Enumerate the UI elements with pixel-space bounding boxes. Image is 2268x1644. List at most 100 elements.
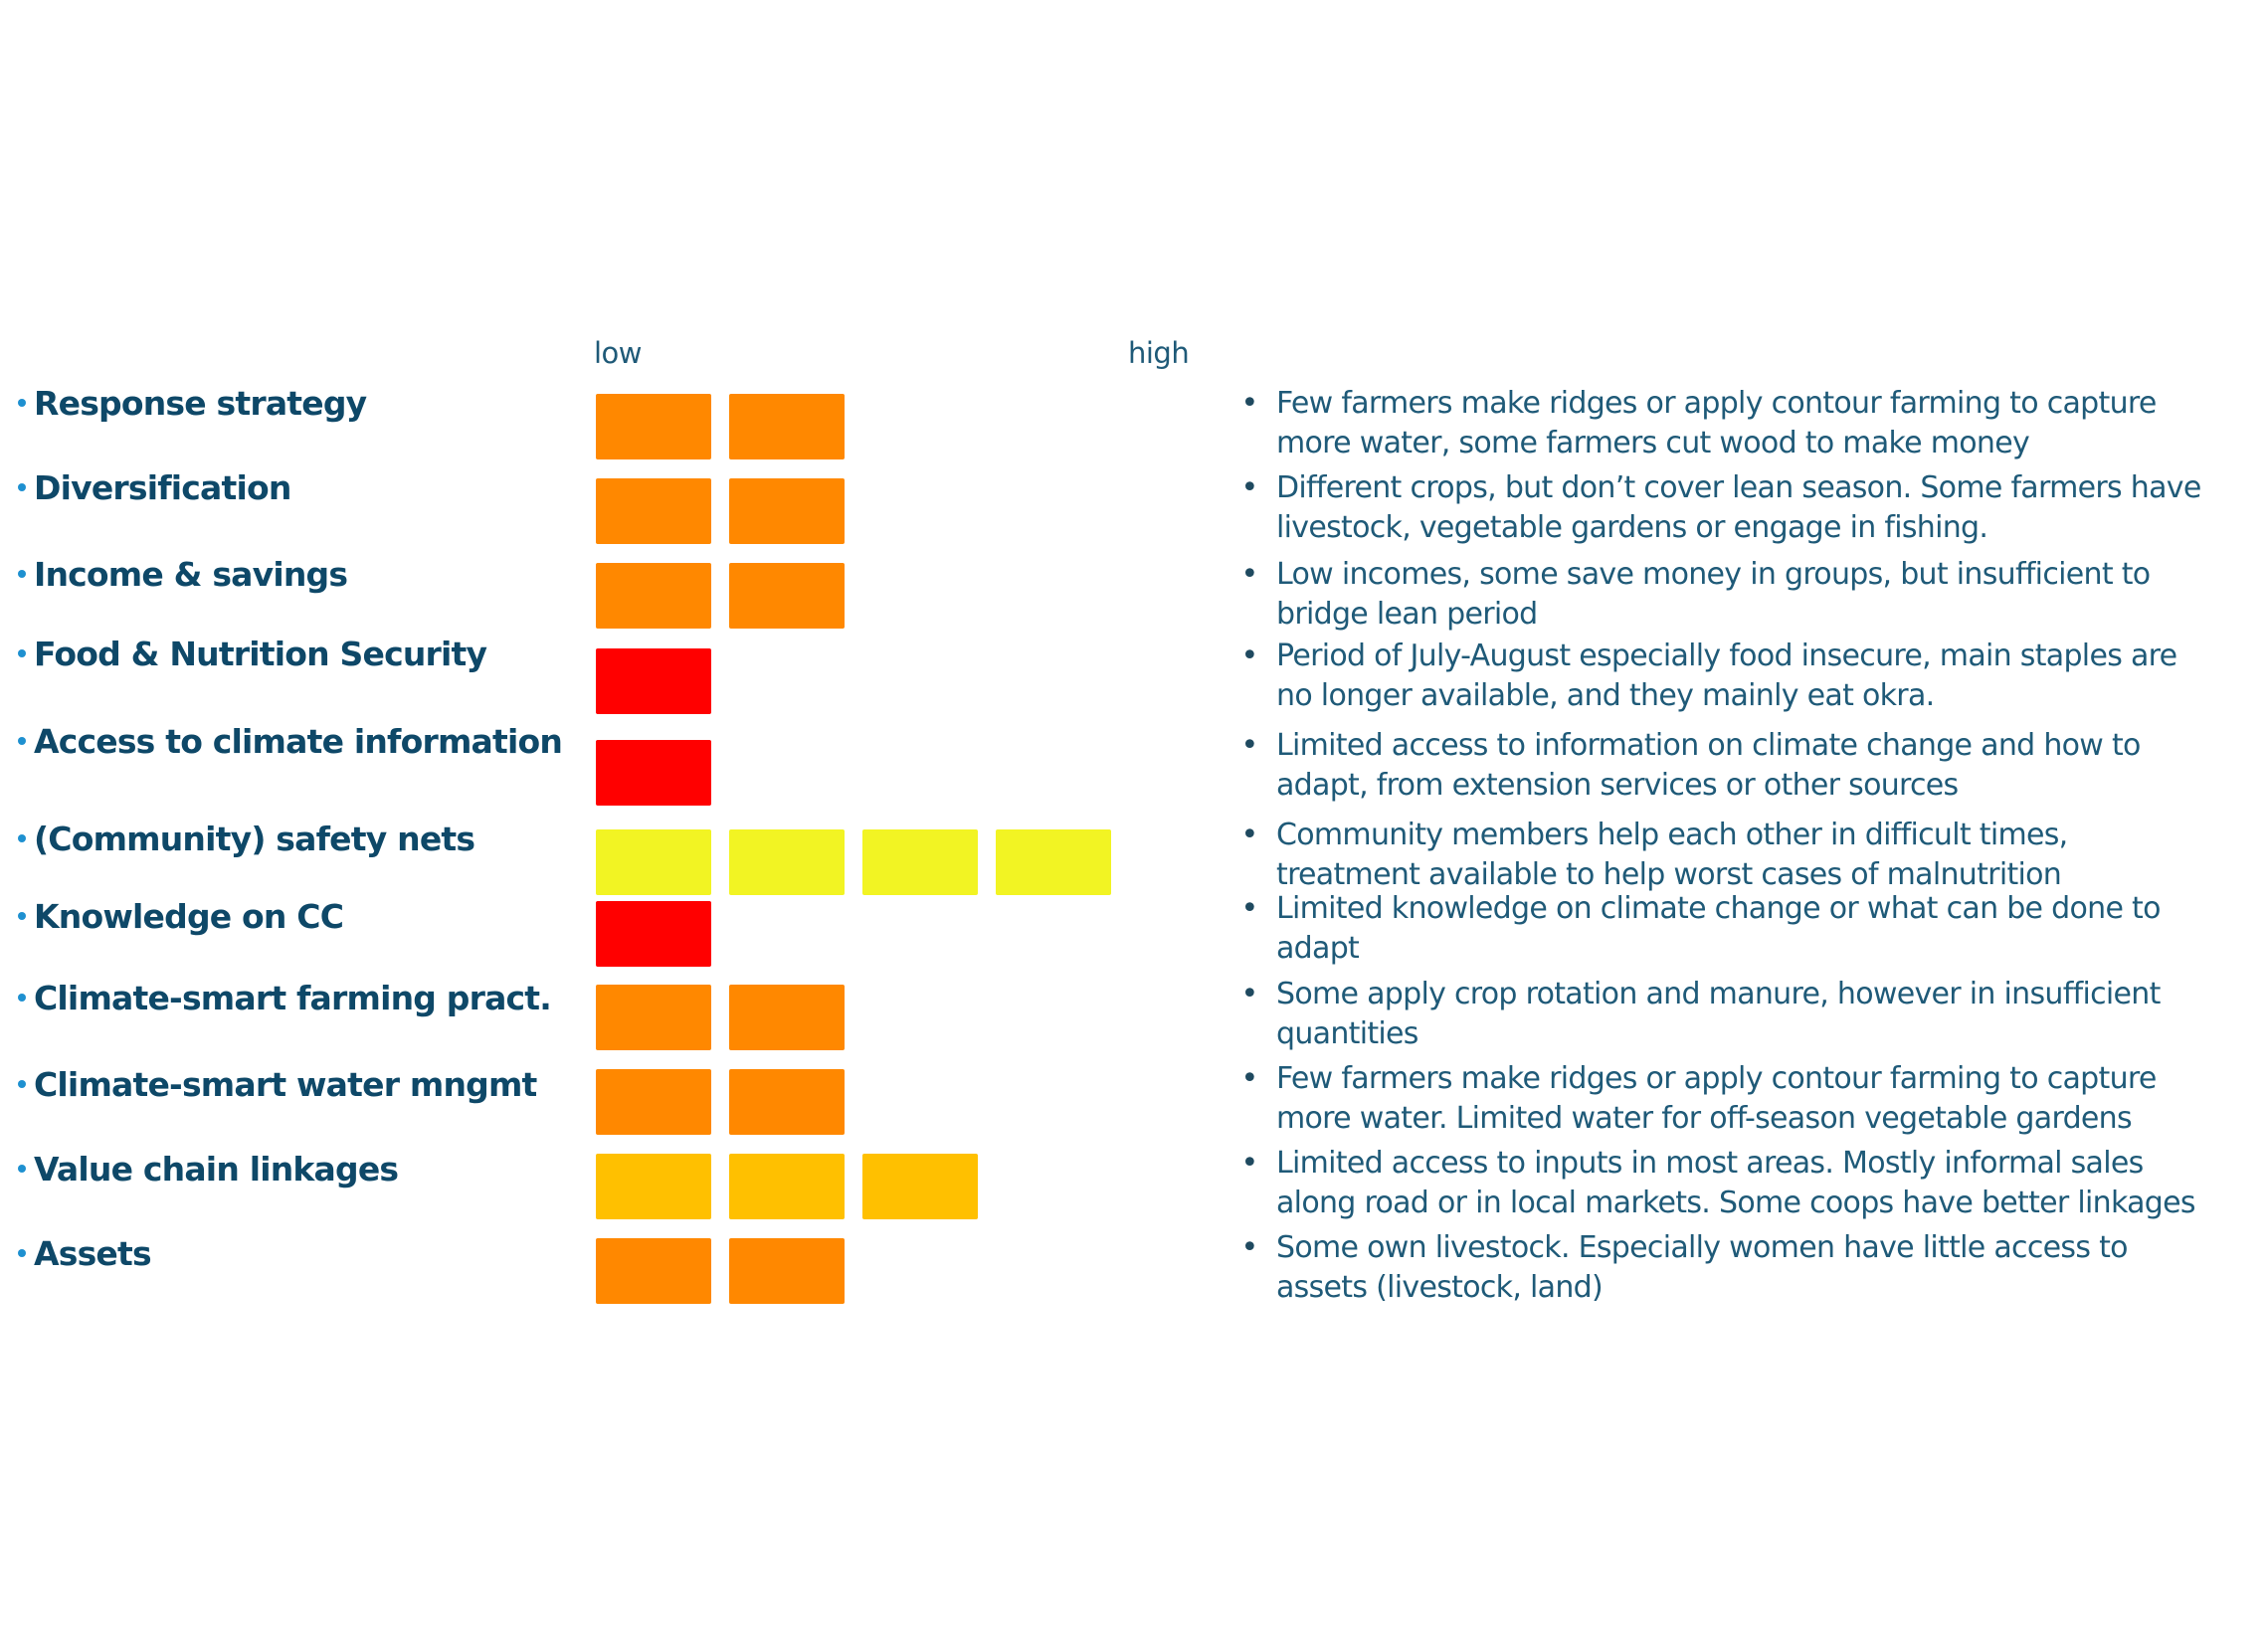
bullet-icon: • bbox=[1240, 891, 1259, 926]
description-line: Period of July-August especially food in… bbox=[1276, 639, 2177, 673]
description-line: along road or in local markets. Some coo… bbox=[1276, 1186, 2196, 1220]
bullet-icon: • bbox=[1240, 470, 1259, 505]
scale-low-label: low bbox=[594, 336, 643, 370]
description-line: Few farmers make ridges or apply contour… bbox=[1276, 1061, 2157, 1096]
score-block bbox=[996, 829, 1111, 895]
bullet-icon bbox=[18, 649, 26, 657]
row-description: • Limited knowledge on climate change or … bbox=[1229, 889, 2264, 969]
row-label: Assets bbox=[18, 1233, 152, 1273]
row-label-text: Value chain linkages bbox=[34, 1149, 399, 1188]
bullet-icon: • bbox=[1240, 639, 1259, 673]
description-line: quantities bbox=[1276, 1016, 1418, 1051]
bullet-icon bbox=[18, 834, 26, 842]
row-label-text: Response strategy bbox=[34, 383, 367, 423]
bullet-icon bbox=[18, 399, 26, 407]
row-label-text: Access to climate information bbox=[34, 721, 563, 761]
description-line: Low incomes, some save money in groups, … bbox=[1276, 557, 2151, 592]
score-block bbox=[596, 1069, 711, 1135]
row-description: • Limited access to inputs in most areas.… bbox=[1229, 1144, 2264, 1223]
description-line: more water. Limited water for off-season… bbox=[1276, 1101, 2133, 1136]
description-line: bridge lean period bbox=[1276, 597, 1538, 632]
score-block bbox=[729, 1069, 845, 1135]
description-line: adapt bbox=[1276, 931, 1360, 966]
bullet-icon bbox=[18, 1080, 26, 1088]
row-description: • Few farmers make ridges or apply contou… bbox=[1229, 384, 2264, 463]
score-block bbox=[596, 1238, 711, 1304]
score-block bbox=[596, 478, 711, 544]
description-line: Limited access to inputs in most areas. … bbox=[1276, 1146, 2144, 1181]
description-line: Community members help each other in dif… bbox=[1276, 818, 2068, 852]
row-label-text: Food & Nutrition Security bbox=[34, 634, 487, 673]
bullet-icon bbox=[18, 1165, 26, 1173]
row-description: • Community members help each other in di… bbox=[1229, 816, 2264, 895]
score-block bbox=[729, 1238, 845, 1304]
score-block bbox=[596, 740, 711, 806]
bullet-icon bbox=[18, 912, 26, 920]
bullet-icon bbox=[18, 483, 26, 491]
description-line: Different crops, but don’t cover lean se… bbox=[1276, 470, 2201, 505]
row-label: (Community) safety nets bbox=[18, 819, 475, 858]
description-line: Some apply crop rotation and manure, how… bbox=[1276, 977, 2161, 1011]
row-label: Food & Nutrition Security bbox=[18, 634, 487, 673]
bullet-icon: • bbox=[1240, 977, 1259, 1011]
description-line: Limited knowledge on climate change or w… bbox=[1276, 891, 2161, 926]
description-line: livestock, vegetable gardens or engage i… bbox=[1276, 510, 1988, 545]
score-block bbox=[596, 394, 711, 459]
description-line: no longer available, and they mainly eat… bbox=[1276, 678, 1935, 713]
score-block bbox=[596, 1154, 711, 1219]
row-description: • Few farmers make ridges or apply contou… bbox=[1229, 1059, 2264, 1139]
bullet-icon bbox=[18, 1249, 26, 1257]
description-line: Few farmers make ridges or apply contour… bbox=[1276, 386, 2157, 421]
bullet-icon: • bbox=[1240, 1061, 1259, 1096]
scale-high-label: high bbox=[1128, 336, 1190, 370]
row-description: • Different crops, but don’t cover lean s… bbox=[1229, 468, 2264, 548]
description-line: Some own livestock. Especially women hav… bbox=[1276, 1230, 2129, 1265]
description-line: assets (livestock, land) bbox=[1276, 1270, 1604, 1305]
row-label-text: (Community) safety nets bbox=[34, 819, 475, 858]
row-label: Value chain linkages bbox=[18, 1149, 399, 1188]
row-label-text: Diversification bbox=[34, 467, 291, 507]
score-block bbox=[862, 1154, 978, 1219]
row-label-text: Assets bbox=[34, 1233, 152, 1273]
bullet-icon: • bbox=[1240, 386, 1259, 421]
score-block bbox=[729, 985, 845, 1050]
description-line: adapt, from extension services or other … bbox=[1276, 768, 1959, 803]
row-description: • Some own livestock. Especially women ha… bbox=[1229, 1228, 2264, 1308]
score-block bbox=[596, 901, 711, 967]
row-description: • Limited access to information on climat… bbox=[1229, 726, 2264, 806]
score-block bbox=[729, 563, 845, 629]
row-label-text: Climate-smart farming pract. bbox=[34, 978, 552, 1017]
row-label: Diversification bbox=[18, 467, 291, 507]
bullet-icon bbox=[18, 570, 26, 578]
bullet-icon: • bbox=[1240, 1230, 1259, 1265]
row-label-text: Income & savings bbox=[34, 554, 348, 594]
score-block bbox=[596, 985, 711, 1050]
bullet-icon bbox=[18, 737, 26, 745]
row-label: Climate-smart water mngmt bbox=[18, 1064, 537, 1104]
row-description: • Period of July-August especially food i… bbox=[1229, 637, 2264, 716]
row-label-text: Climate-smart water mngmt bbox=[34, 1064, 537, 1104]
row-label: Response strategy bbox=[18, 383, 367, 423]
score-block bbox=[729, 478, 845, 544]
bullet-icon: • bbox=[1240, 728, 1259, 763]
bullet-icon: • bbox=[1240, 818, 1259, 852]
row-label: Access to climate information bbox=[18, 721, 563, 761]
row-label-text: Knowledge on CC bbox=[34, 896, 344, 936]
score-block bbox=[596, 563, 711, 629]
bullet-icon bbox=[18, 994, 26, 1002]
row-label: Income & savings bbox=[18, 554, 348, 594]
score-block bbox=[596, 648, 711, 714]
score-block bbox=[729, 394, 845, 459]
bullet-icon: • bbox=[1240, 557, 1259, 592]
row-description: • Some apply crop rotation and manure, ho… bbox=[1229, 975, 2264, 1054]
description-line: more water, some farmers cut wood to mak… bbox=[1276, 426, 2030, 460]
score-block bbox=[596, 829, 711, 895]
score-block bbox=[862, 829, 978, 895]
row-label: Climate-smart farming pract. bbox=[18, 978, 552, 1017]
description-line: Limited access to information on climate… bbox=[1276, 728, 2141, 763]
score-block bbox=[729, 1154, 845, 1219]
bullet-icon: • bbox=[1240, 1146, 1259, 1181]
score-block bbox=[729, 829, 845, 895]
row-description: • Low incomes, some save money in groups,… bbox=[1229, 555, 2264, 635]
row-label: Knowledge on CC bbox=[18, 896, 344, 936]
